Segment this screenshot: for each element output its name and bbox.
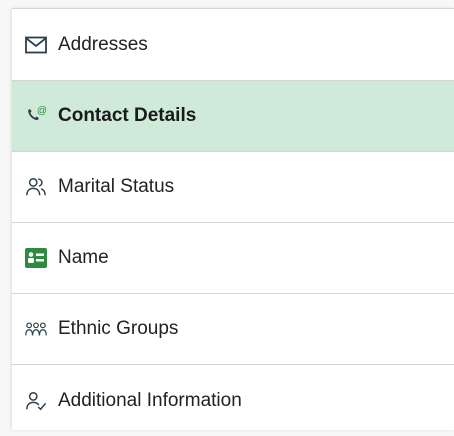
svg-text:@: @	[37, 105, 47, 116]
side-nav-list: Addresses @ Contact Details Marital Stat…	[12, 9, 454, 436]
nav-item-additional-information[interactable]: Additional Information	[12, 365, 454, 436]
people-icon	[25, 176, 47, 198]
person-check-icon	[25, 390, 47, 412]
nav-item-label: Ethnic Groups	[58, 318, 179, 339]
name-card-icon	[25, 247, 47, 269]
nav-item-label: Contact Details	[58, 105, 197, 126]
phone-at-icon: @	[25, 105, 47, 127]
nav-item-label: Marital Status	[58, 176, 175, 197]
nav-item-marital-status[interactable]: Marital Status	[12, 152, 454, 223]
nav-item-addresses[interactable]: Addresses	[12, 9, 454, 81]
nav-item-name[interactable]: Name	[12, 223, 454, 294]
group-icon	[25, 318, 47, 340]
nav-item-contact-details[interactable]: @ Contact Details	[12, 81, 454, 152]
nav-item-label: Addresses	[58, 33, 148, 55]
side-nav-panel: Addresses @ Contact Details Marital Stat…	[12, 8, 454, 430]
nav-item-ethnic-groups[interactable]: Ethnic Groups	[12, 294, 454, 365]
nav-item-label: Additional Information	[58, 389, 242, 411]
nav-item-label: Name	[58, 247, 109, 268]
envelope-icon	[25, 34, 47, 56]
